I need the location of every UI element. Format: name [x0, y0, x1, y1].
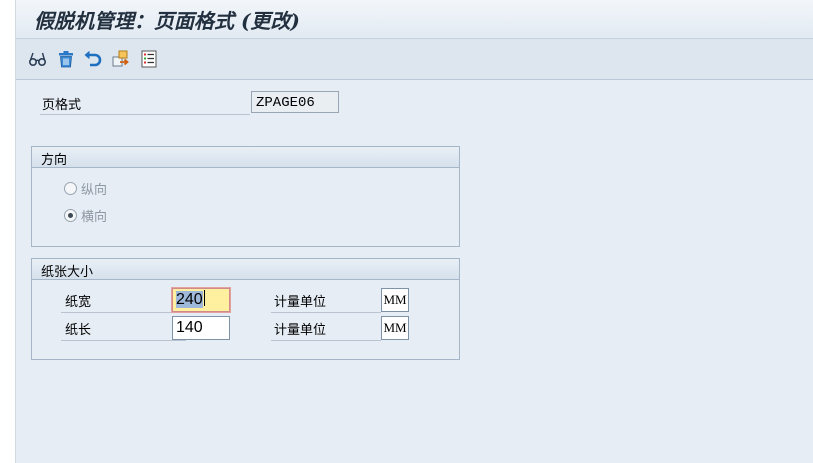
paper-length-label: 纸长 — [65, 323, 92, 338]
display-change-button[interactable] — [27, 48, 49, 70]
group-header: 方向 — [32, 147, 459, 168]
title-bar: 假脱机管理：页面格式 (更改) — [16, 0, 813, 39]
page-format-label: 页格式 — [42, 98, 82, 113]
radio-landscape-label: 横向 — [81, 209, 108, 225]
length-unit-field[interactable]: MM — [381, 316, 409, 340]
paper-size-group: 纸张大小 纸宽 240 计量单位 MM 纸长 140 计量单位 MM — [31, 258, 460, 360]
width-unit-label: 计量单位 — [274, 295, 327, 310]
glasses-icon — [28, 52, 47, 67]
paper-width-input[interactable]: 240 — [172, 288, 230, 312]
undo-icon — [84, 50, 102, 67]
orientation-group: 方向 纵向 横向 — [31, 146, 460, 247]
undo-button[interactable] — [82, 48, 104, 70]
trash-icon — [59, 51, 73, 68]
paper-size-group-title: 纸张大小 — [41, 265, 94, 280]
application-toolbar — [16, 39, 813, 80]
transport-icon — [112, 50, 129, 67]
delete-button[interactable] — [55, 48, 77, 70]
label-underline — [271, 340, 381, 341]
radio-button[interactable] — [64, 181, 77, 195]
radio-portrait-label: 纵向 — [81, 182, 108, 198]
length-unit-label: 计量单位 — [274, 323, 327, 338]
page-title: 假脱机管理：页面格式 (更改) — [34, 9, 300, 33]
paper-width-label: 纸宽 — [65, 295, 92, 310]
transport-button[interactable] — [110, 48, 132, 70]
app-window: 假脱机管理：页面格式 (更改) 页格式 ZPAGE06 方向 纵向 横向 纸张大… — [15, 0, 813, 463]
page-format-value: ZPAGE06 — [251, 91, 339, 113]
radio-landscape[interactable]: 横向 — [64, 206, 108, 225]
documentation-button[interactable] — [138, 48, 160, 70]
radio-button-selected[interactable] — [64, 208, 77, 222]
label-underline — [271, 312, 381, 313]
group-header: 纸张大小 — [32, 259, 459, 280]
paper-width-value: 240 — [176, 291, 203, 308]
orientation-group-title: 方向 — [41, 153, 68, 168]
radio-portrait[interactable]: 纵向 — [64, 179, 108, 198]
document-list-icon — [141, 50, 157, 68]
label-underline — [61, 340, 186, 341]
width-unit-field[interactable]: MM — [381, 288, 409, 312]
label-underline — [40, 114, 250, 115]
paper-length-input[interactable]: 140 — [172, 316, 230, 340]
label-underline — [61, 312, 186, 313]
